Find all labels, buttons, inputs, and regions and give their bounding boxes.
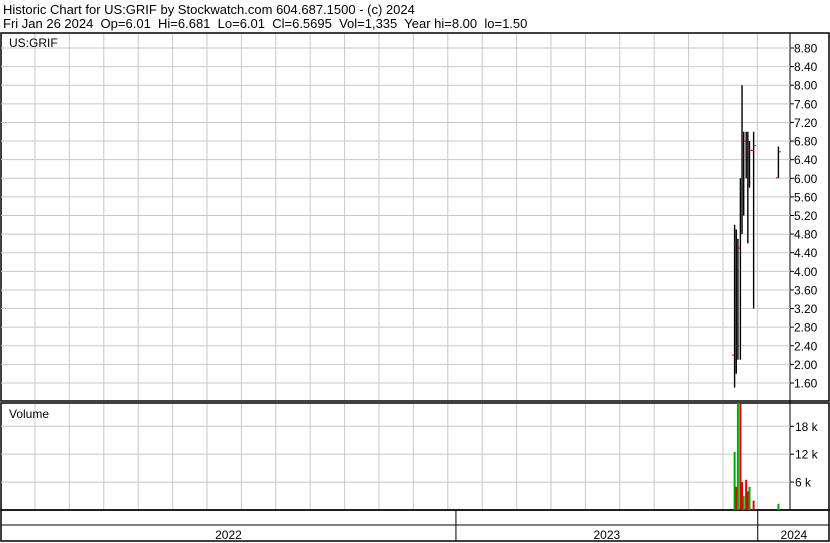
price-tick-label: 2.40 [794, 339, 818, 353]
volume-bar [736, 403, 739, 510]
price-tick-label: 8.00 [794, 79, 818, 93]
price-tick-label: 6.00 [794, 172, 818, 186]
price-tick-label: 8.40 [794, 60, 818, 74]
year-label: 2023 [593, 528, 620, 542]
price-tick-label: 4.40 [794, 246, 818, 260]
year-label: 2024 [781, 528, 808, 542]
price-tick-label: 8.80 [794, 42, 818, 56]
price-tick-label: 5.20 [794, 209, 818, 223]
price-tick-label: 7.20 [794, 116, 818, 130]
price-tick-label: 6.40 [794, 153, 818, 167]
price-tick-label: 2.00 [794, 358, 818, 372]
ohlc-bar [775, 146, 781, 179]
volume-panel-frame [0, 402, 830, 511]
price-tick-label: 3.60 [794, 283, 818, 297]
volume-bar [748, 486, 751, 510]
price-tick-label: 4.80 [794, 228, 818, 242]
price-tick-label: 6.80 [794, 135, 818, 149]
price-panel-title: US:GRIF [9, 36, 58, 50]
ohlc-bar [751, 131, 757, 309]
volume-tick-label: 12 k [795, 448, 819, 462]
year-label: 2022 [215, 528, 242, 542]
price-tick-label: 1.60 [794, 377, 818, 391]
volume-tick-label: 6 k [795, 476, 812, 490]
price-tick-label: 7.60 [794, 97, 818, 111]
volume-panel-title: Volume [9, 407, 49, 421]
volume-bar [742, 496, 745, 510]
volume-bar [777, 503, 780, 510]
volume-bar [752, 500, 755, 510]
chart-area: 8.80 8.40 8.00 7.60 7.20 6.80 6.40 6.00 5.60 5.20… [0, 32, 830, 542]
price-tick-label: 4.00 [794, 265, 818, 279]
volume-tick-label: 18 k [795, 420, 819, 434]
price-tick-label: 3.20 [794, 302, 818, 316]
price-tick-label: 5.60 [794, 190, 818, 204]
price-tick-label: 2.80 [794, 321, 818, 335]
